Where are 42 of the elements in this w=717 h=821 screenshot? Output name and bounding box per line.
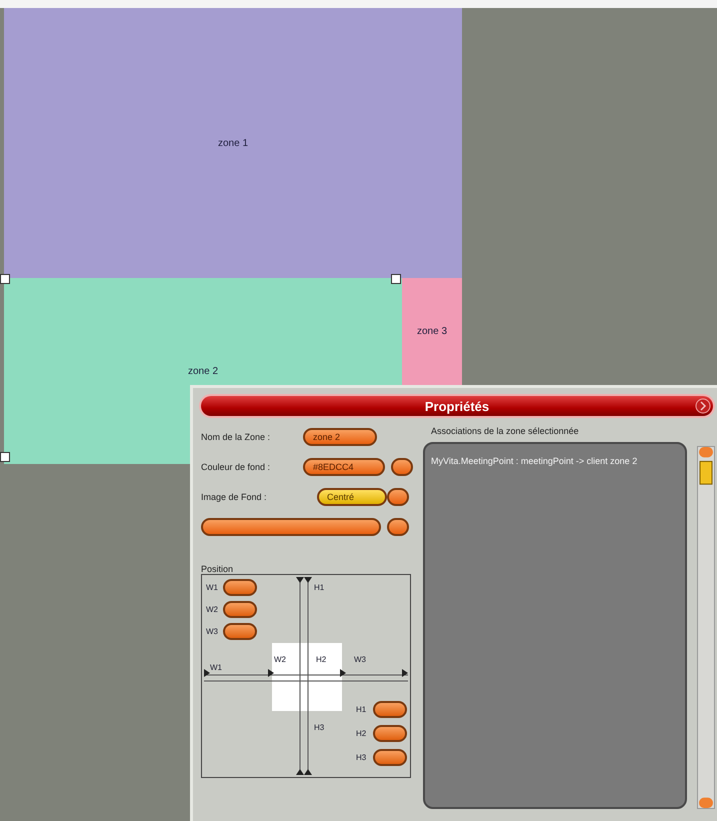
collapse-icon[interactable]: [695, 398, 711, 414]
field-label: W2: [206, 605, 219, 614]
field-label: Nom de la Zone :: [201, 432, 272, 442]
input-field[interactable]: [223, 601, 257, 618]
resize-handle[interactable]: [0, 274, 10, 284]
dimension-label: H2: [316, 655, 326, 664]
field-label: H1: [356, 705, 368, 714]
input-field[interactable]: [201, 518, 381, 536]
dimension-label: W2: [274, 655, 286, 664]
resize-handle[interactable]: [0, 452, 10, 462]
dimension-label: W3: [354, 655, 366, 664]
input-field[interactable]: #8EDCC4: [303, 458, 385, 476]
input-field[interactable]: zone 2: [303, 428, 377, 446]
dropdown-button[interactable]: [387, 488, 409, 506]
input-field[interactable]: [373, 749, 407, 766]
field-label: W1: [206, 583, 219, 592]
list-item[interactable]: MyVita.MeetingPoint : meetingPoint -> client zone 2: [431, 456, 679, 466]
field-label: Couleur de fond :: [201, 462, 272, 472]
dimension-label: H1: [314, 583, 324, 592]
browse-button[interactable]: [387, 518, 409, 536]
dimension-label: H3: [314, 723, 324, 732]
position-label: Position: [201, 564, 234, 574]
dimension-label: W1: [210, 663, 222, 672]
field-label: W3: [206, 627, 219, 636]
input-field[interactable]: [223, 623, 257, 640]
zone-label: zone 3: [416, 326, 448, 337]
resize-handle[interactable]: [391, 274, 401, 284]
zone-area[interactable]: zone 1: [4, 8, 462, 278]
panel-title: Propriétés: [424, 398, 490, 414]
input-field[interactable]: [223, 579, 257, 596]
scrollbar[interactable]: [697, 446, 715, 809]
input-field[interactable]: [373, 701, 407, 718]
field-label: H2: [356, 729, 368, 738]
associations-label: Associations de la zone sélectionnée: [430, 426, 580, 436]
zone-area[interactable]: zone 3: [402, 278, 462, 385]
field-label: Image de Fond :: [201, 492, 268, 502]
zone-label: zone 1: [218, 138, 248, 148]
zone-label: zone 2: [188, 366, 218, 376]
field-label: H3: [356, 753, 368, 762]
dropdown[interactable]: Centré: [317, 488, 387, 506]
color-picker-button[interactable]: [391, 458, 413, 476]
input-field[interactable]: [373, 725, 407, 742]
